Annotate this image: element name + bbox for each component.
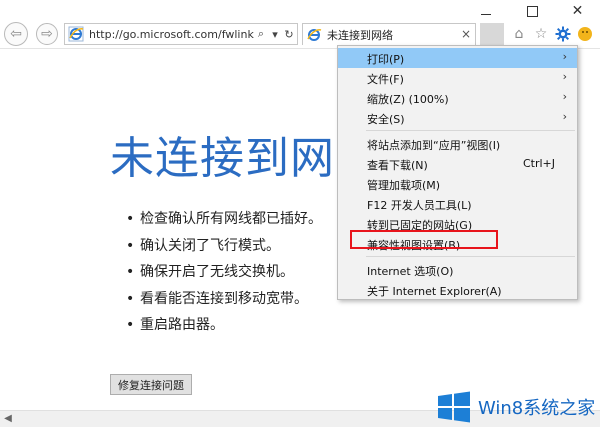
annotation-highlight-box [350,230,498,249]
menu-item-label: 查看下载(N) [367,159,428,172]
feedback-smiley-icon[interactable] [576,25,594,43]
forward-button[interactable]: ⇨ [36,23,58,45]
submenu-arrow-icon: › [562,50,567,63]
submenu-arrow-icon: › [562,70,567,83]
maximize-icon [527,5,538,17]
menu-item-file[interactable]: 文件(F) › [338,68,577,88]
home-icon[interactable]: ⌂ [510,25,528,43]
menu-item-label: 文件(F) [367,73,404,86]
close-icon: ✕ [571,3,584,19]
minimize-icon [481,13,491,15]
watermark-text: Win8系统之家 [478,398,596,419]
menu-item-internet-options[interactable]: Internet 选项(O) [338,260,577,280]
menu-item-safety[interactable]: 安全(S) › [338,108,577,128]
scroll-left-icon[interactable]: ◀ [2,413,14,425]
menu-item-print[interactable]: 打印(P) › [338,48,577,68]
menu-item-manage-addons[interactable]: 管理加载项(M) [338,174,577,194]
list-item: 检查确认所有网线都已插好。 [126,210,322,237]
tab-current[interactable]: 未连接到网络 × [302,23,476,45]
smiley-face [578,27,592,41]
forward-arrow-icon: ⇨ [41,26,53,42]
menu-separator [366,130,575,131]
back-arrow-icon: ⇦ [10,26,22,42]
menu-item-add-site-to-apps[interactable]: 将站点添加到“应用”视图(I) [338,134,577,154]
menu-item-label: F12 开发人员工具(L) [367,199,472,212]
tab-close-icon[interactable]: × [461,27,471,41]
address-bar[interactable]: http://go.microsoft.com/fwlink ⌕ ▾ ↻ [64,23,298,45]
new-tab-button[interactable] [480,23,504,45]
refresh-icon[interactable]: ↻ [282,28,296,41]
menu-item-view-downloads[interactable]: 查看下载(N) Ctrl+J [338,154,577,174]
toolbar-icons: ⌂ ☆ [510,23,594,45]
dropdown-icon[interactable]: ▾ [268,28,282,41]
list-item: 确认关闭了飞行模式。 [126,237,322,264]
tools-menu: 打印(P) › 文件(F) › 缩放(Z) (100%) › 安全(S) › 将… [337,45,578,300]
menu-item-label: 安全(S) [367,113,405,126]
favorites-star-icon[interactable]: ☆ [532,25,550,43]
menu-item-label: 缩放(Z) (100%) [367,93,449,106]
menu-item-f12-dev-tools[interactable]: F12 开发人员工具(L) [338,194,577,214]
page-title: 未连接到网 [110,133,335,184]
close-button[interactable]: ✕ [555,0,600,22]
menu-item-about-ie[interactable]: 关于 Internet Explorer(A) [338,280,577,300]
submenu-arrow-icon: › [562,90,567,103]
maximize-button[interactable] [510,0,555,22]
menu-item-shortcut: Ctrl+J [522,157,555,170]
list-item: 确保开启了无线交换机。 [126,263,322,290]
menu-item-label: 管理加载项(M) [367,179,441,192]
submenu-arrow-icon: › [562,110,567,123]
list-item: 重启路由器。 [126,316,322,343]
windows-logo-icon [438,391,470,423]
menu-item-label: 将站点添加到“应用”视图(I) [367,139,501,152]
menu-item-zoom[interactable]: 缩放(Z) (100%) › [338,88,577,108]
list-item: 看看能否连接到移动宽带。 [126,290,322,317]
tab-title: 未连接到网络 [327,28,393,42]
address-url[interactable]: http://go.microsoft.com/fwlink [89,28,254,41]
menu-item-label: Internet 选项(O) [367,265,454,278]
ie-page-icon [68,26,84,42]
ie-tab-icon [307,28,322,41]
gear-glyph [555,26,571,42]
troubleshoot-list: 检查确认所有网线都已插好。 确认关闭了飞行模式。 确保开启了无线交换机。 看看能… [126,210,322,343]
window-controls: ✕ [462,0,600,22]
minimize-button[interactable] [462,0,510,22]
menu-item-label: 关于 Internet Explorer(A) [367,285,502,298]
search-icon[interactable]: ⌕ [254,27,268,41]
watermark: Win8系统之家 [432,389,600,426]
back-button[interactable]: ⇦ [4,22,28,46]
menu-item-label: 打印(P) [367,53,405,66]
fix-connection-button[interactable]: 修复连接问题 [110,374,192,395]
gear-icon[interactable] [554,25,572,43]
menu-separator [366,256,575,257]
